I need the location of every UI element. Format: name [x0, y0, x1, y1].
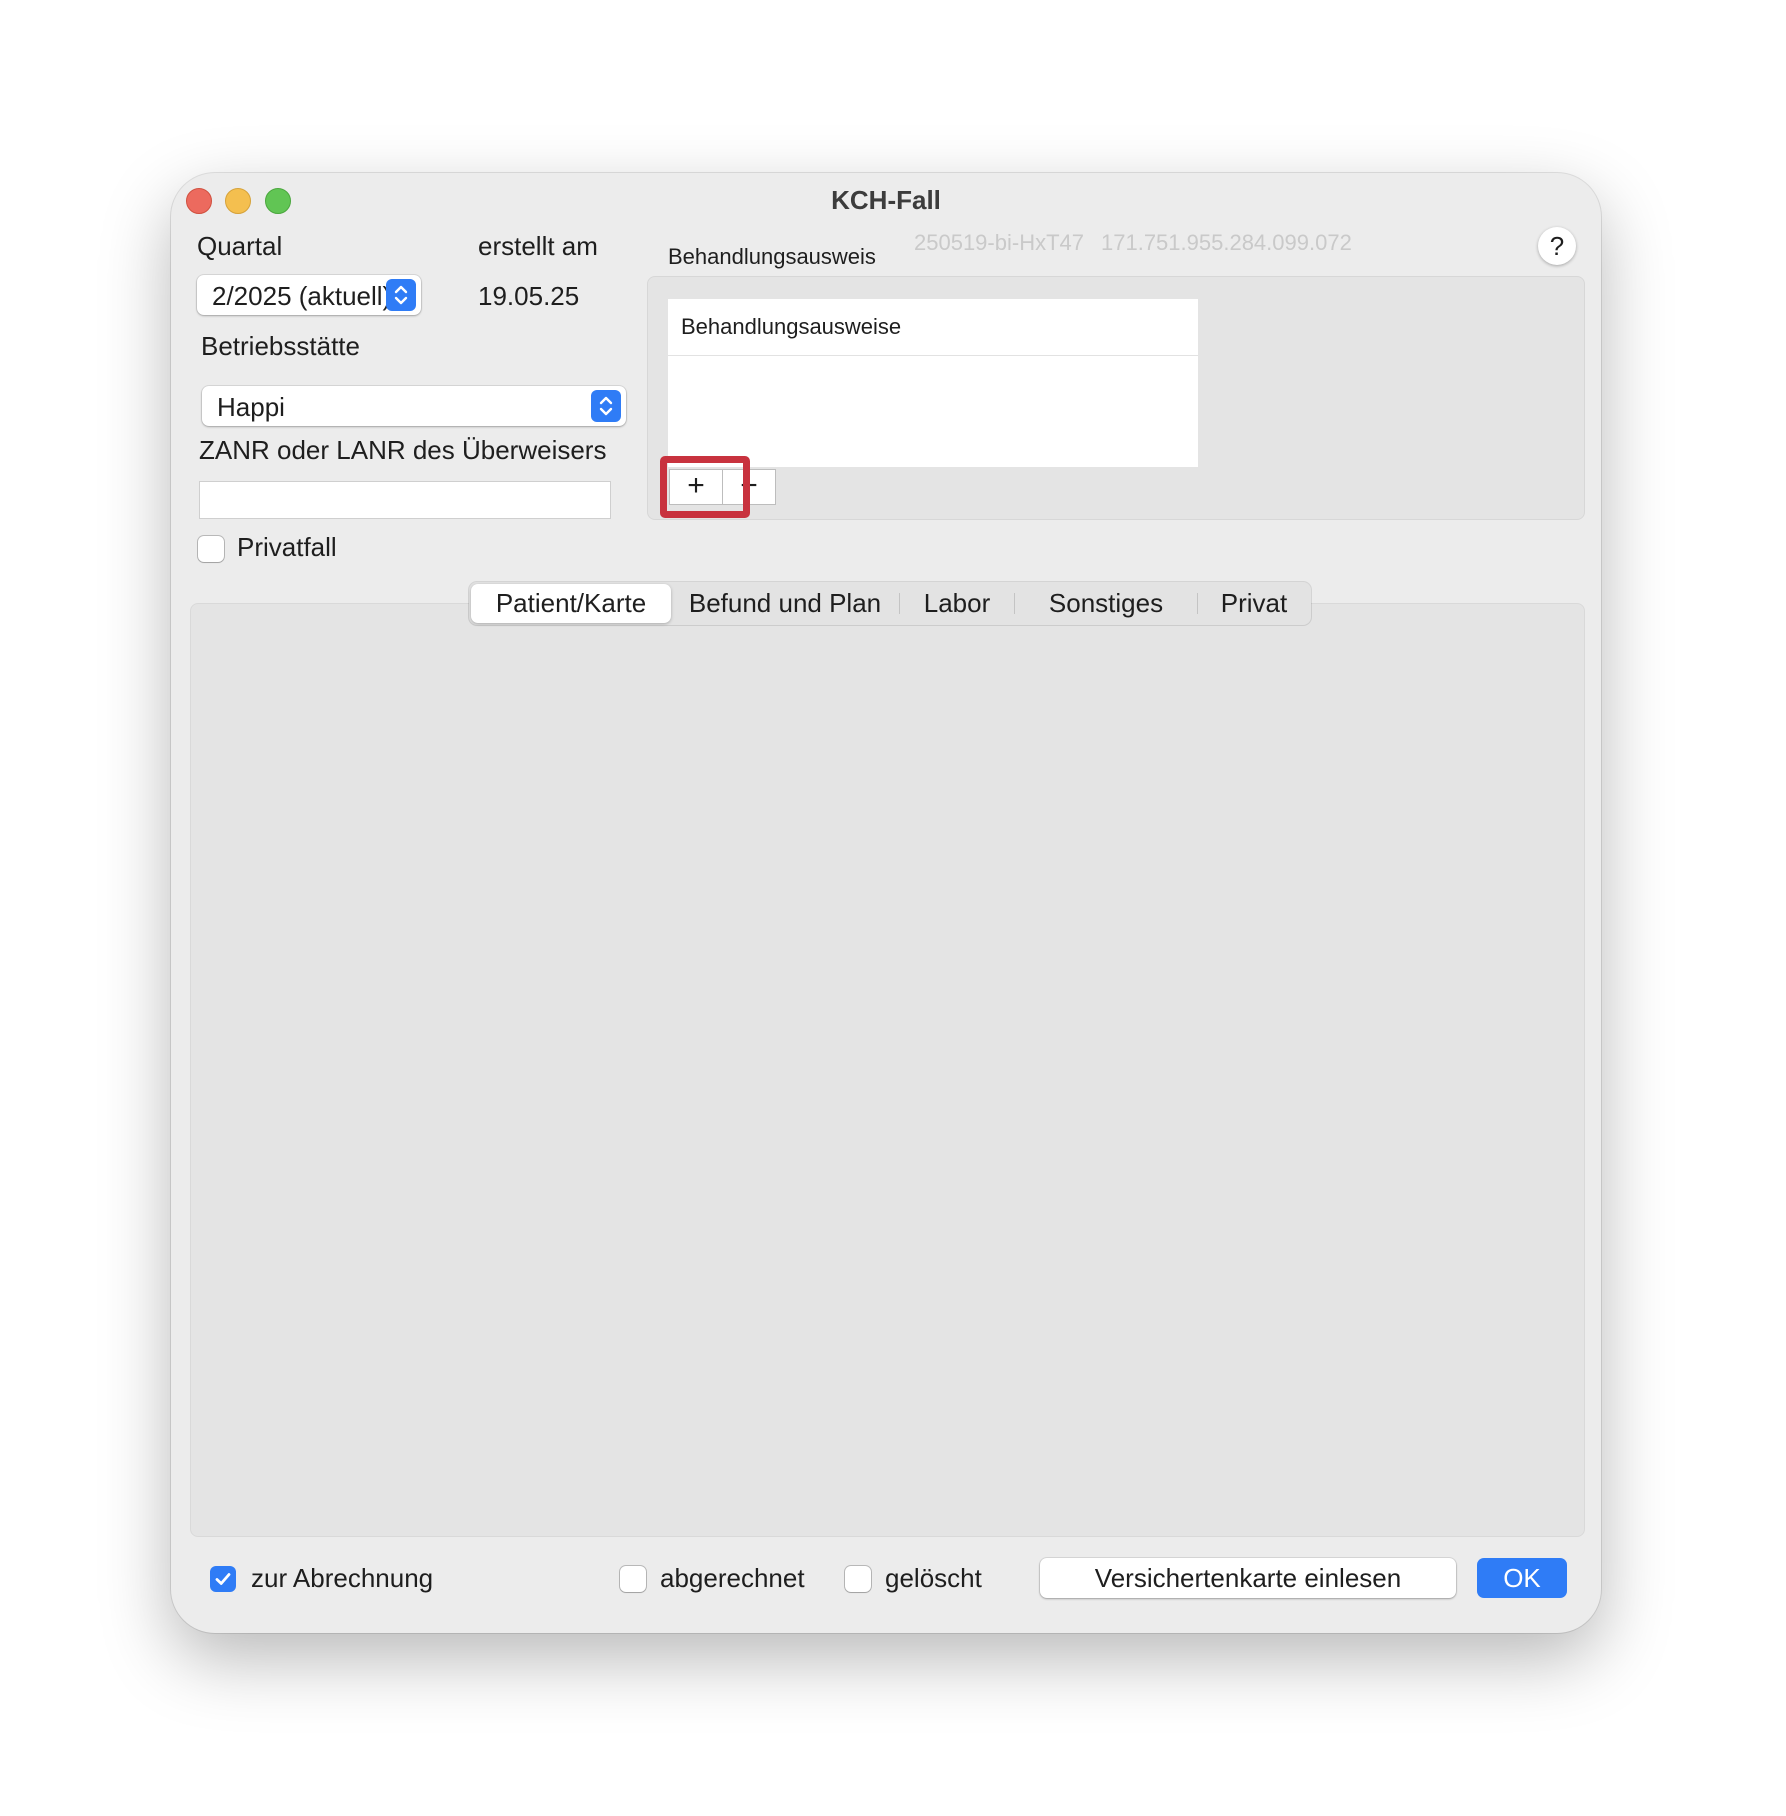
privatfall-checkbox[interactable]	[198, 536, 224, 562]
fall-number-label: 171.751.955.284.099.072	[1101, 230, 1352, 255]
abgerechnet-label: abgerechnet	[660, 1563, 805, 1593]
tab-bar: Patient/Karte Befund und Plan Labor Sons…	[469, 582, 1311, 625]
erstellt-am-label: erstellt am	[478, 231, 598, 261]
erstellt-am-value: 19.05.25	[478, 281, 580, 311]
ueberweiser-input[interactable]	[199, 481, 611, 519]
chevron-up-down-icon	[386, 279, 416, 311]
privatfall-label: Privatfall	[237, 532, 337, 562]
betriebsstaette-value: Happi	[217, 392, 285, 422]
title-bar: KCH-Fall	[171, 173, 1601, 227]
tab-content-panel	[190, 603, 1585, 1537]
tab-befund-und-plan[interactable]: Befund und Plan	[675, 582, 895, 625]
betriebsstaette-select[interactable]: Happi	[202, 386, 626, 426]
quartal-select[interactable]: 2/2025 (aktuell)	[197, 275, 421, 315]
tab-divider	[1014, 593, 1015, 614]
ueberweiser-label: ZANR oder LANR des Überweisers	[199, 435, 607, 465]
kch-fall-window: KCH-Fall 250519-bi-HxT47 171.751.955.284…	[171, 173, 1601, 1633]
tab-divider	[899, 593, 900, 614]
behandlungsausweise-table[interactable]: Behandlungsausweise	[668, 299, 1198, 467]
versichertenkarte-einlesen-button[interactable]: Versichertenkarte einlesen	[1040, 1558, 1456, 1598]
geloescht-label: gelöscht	[885, 1563, 982, 1593]
behandlungsausweise-column-header[interactable]: Behandlungsausweise	[668, 299, 1198, 356]
checkmark-icon	[215, 1573, 231, 1585]
zur-abrechnung-checkbox[interactable]	[210, 1566, 236, 1592]
abgerechnet-checkbox[interactable]	[620, 1566, 646, 1592]
quartal-value: 2/2025 (aktuell)	[212, 281, 392, 311]
window-title: KCH-Fall	[831, 185, 941, 215]
tab-divider	[1197, 593, 1198, 614]
tab-patient-karte[interactable]: Patient/Karte	[471, 584, 671, 623]
help-button[interactable]: ?	[1538, 227, 1576, 265]
quartal-label: Quartal	[197, 231, 283, 261]
behandlungsausweis-group-label: Behandlungsausweis	[668, 244, 876, 269]
ok-button[interactable]: OK	[1477, 1558, 1567, 1598]
tab-privat[interactable]: Privat	[1199, 582, 1309, 625]
fall-id-label: 250519-bi-HxT47	[914, 230, 1084, 255]
tab-labor[interactable]: Labor	[901, 582, 1013, 625]
geloescht-checkbox[interactable]	[845, 1566, 871, 1592]
tab-sonstiges[interactable]: Sonstiges	[1016, 582, 1196, 625]
chevron-up-down-icon	[591, 390, 621, 422]
zur-abrechnung-label: zur Abrechnung	[251, 1563, 434, 1593]
add-button-highlight	[660, 456, 750, 518]
betriebsstaette-label: Betriebsstätte	[201, 331, 360, 361]
